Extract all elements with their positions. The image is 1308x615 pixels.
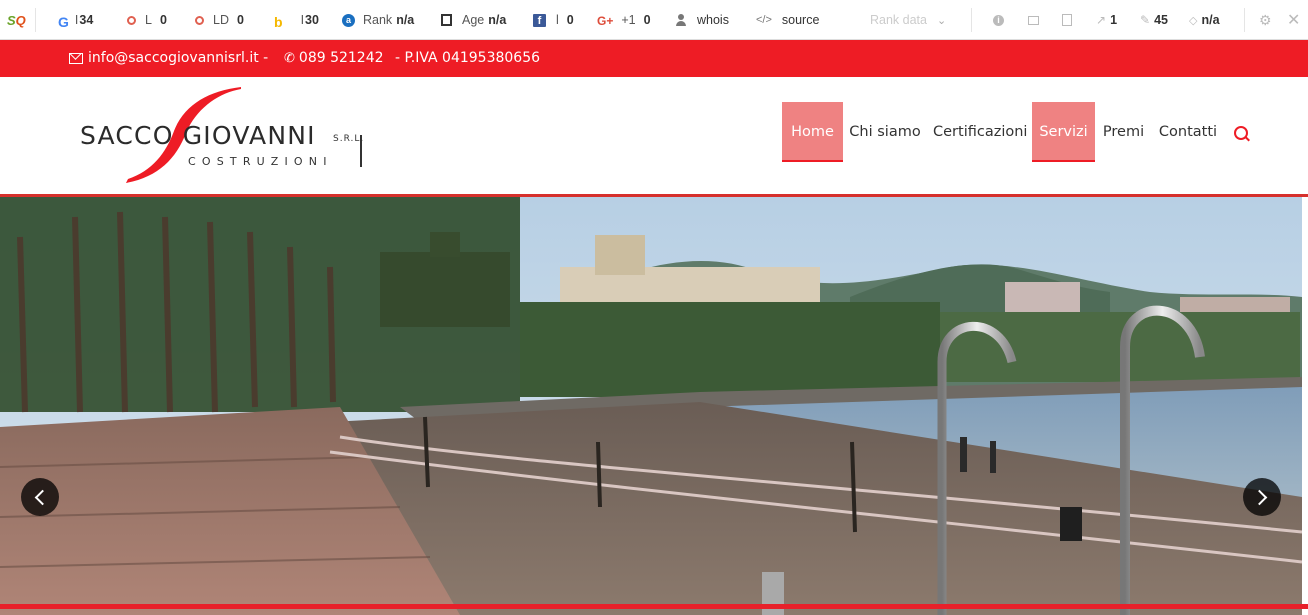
links-item[interactable]: L0 [127,0,167,40]
close-button[interactable]: ✕ [1287,0,1300,40]
google-plus-label: +1 [621,13,636,27]
diamond-value: n/a [1201,13,1220,27]
whois-label: whois [697,13,729,27]
calendar-icon [441,14,452,26]
search-icon[interactable] [1234,126,1248,140]
diamond-icon: ◇ [1189,14,1198,27]
slider-prev-button[interactable] [21,478,59,516]
info-icon: i [993,14,1004,26]
nav-item-premi[interactable]: Premi [1101,102,1146,162]
internal-links-value: 45 [1154,13,1168,27]
whois-item[interactable]: whois [676,0,729,40]
facebook-likes-value: 0 [566,13,574,27]
google-icon: G [58,13,69,30]
close-icon: ✕ [1287,12,1301,29]
links-value: 0 [159,13,167,27]
external-links-item[interactable]: ↗ 1 [1096,0,1117,40]
email-text: info@saccogiovannisrl.it - [88,50,269,66]
alexa-rank-label: Rank [363,13,393,27]
facebook-likes-label: l [556,13,559,27]
contact-topbar: info@saccogiovannisrl.it - ✆ 089 521242 … [0,40,1308,77]
info-button[interactable]: i [993,0,1004,40]
alexa-rank-value: n/a [396,13,415,27]
linking-domains-value: 0 [236,13,244,27]
nav-item-chi-siamo[interactable]: Chi siamo [849,102,921,162]
email-link[interactable]: info@saccogiovannisrl.it - [69,40,268,77]
gear-icon: ⚙ [1259,11,1272,28]
linking-domains-item[interactable]: LD 0 [195,0,244,40]
chevron-down-icon: ⌄ [936,14,947,27]
facebook-likes-item[interactable]: f l0 [533,0,574,40]
bing-index-label: I [300,13,305,27]
google-index-item[interactable]: G I 34 [58,0,93,40]
linking-domains-label: LD [213,13,229,27]
source-item[interactable]: </> source [756,0,819,40]
slider-next-button[interactable] [1243,478,1281,516]
google-index-value: 34 [79,13,94,27]
hero-slider [0,197,1302,615]
internal-links-item[interactable]: ✎ 45 [1140,0,1168,40]
seoquake-logo-q: Q [15,12,26,28]
hero-bottom-band [0,604,1308,609]
seo-toolbar: SQ G I 34 L0 LD 0 b I 30 a Rank n/a Age n/a f… [0,0,1308,40]
site-logo[interactable]: SACCO GIOVANNI S.R.L. COSTRUZIONI [78,87,368,187]
age-item[interactable]: Age n/a [441,0,506,40]
vat-number: - P.IVA 04195380656 [395,40,540,77]
age-label: Age [462,13,485,27]
monitor-icon [1028,15,1039,25]
bing-icon: b [274,13,283,30]
google-plus-item[interactable]: G+ +1 0 [597,0,651,40]
external-links-icon: ↗ [1096,13,1107,27]
page-button[interactable] [1062,0,1072,40]
seoquake-logo-s: S [7,12,16,28]
external-links-value: 1 [1110,13,1118,27]
diamond-item[interactable]: ◇ n/a [1189,0,1220,40]
links-label: L [145,13,152,27]
facebook-icon: f [533,13,546,27]
bing-index-value: 30 [305,13,319,27]
bing-index-item[interactable]: b I 30 [274,0,319,40]
google-index-label: I [74,13,79,27]
code-icon: </> [756,13,772,26]
rank-data-label: Rank data [870,13,927,27]
age-value: n/a [488,13,507,27]
hero-right-edge [1302,197,1308,615]
nav-item-contatti[interactable]: Contatti [1158,102,1218,162]
logo-divider [360,135,362,167]
monitor-button[interactable] [1028,0,1039,40]
phone-link[interactable]: ✆ 089 521242 [284,40,384,77]
google-plus-value: 0 [643,13,651,27]
nav-item-home[interactable]: Home [782,102,843,162]
vat-text: - P.IVA 04195380656 [395,50,541,66]
google-plus-icon: G+ [597,13,614,28]
seoquake-logo[interactable]: SQ [7,0,26,40]
user-icon [676,13,686,27]
settings-button[interactable]: ⚙ [1259,0,1272,40]
page-icon [1062,14,1072,26]
site-header: SACCO GIOVANNI S.R.L. COSTRUZIONI Home C… [0,77,1308,194]
links-ring-icon [127,15,136,25]
logo-subtitle: COSTRUZIONI [188,155,333,168]
phone-icon: ✆ [284,51,295,66]
hero-photo [0,197,1302,615]
rank-data-dropdown[interactable]: Rank data ⌄ [870,0,946,40]
alexa-rank-item[interactable]: a Rank n/a [342,0,414,40]
nav-item-servizi[interactable]: Servizi [1032,102,1095,162]
envelope-icon [69,53,83,64]
source-label: source [781,13,820,27]
nav-item-certificazioni[interactable]: Certificazioni [933,102,1027,162]
phone-text: 089 521242 [298,50,384,66]
linking-domains-ring-icon [195,15,204,25]
alexa-icon: a [342,13,355,27]
logo-name: SACCO GIOVANNI [80,121,316,150]
internal-links-icon: ✎ [1140,13,1151,27]
